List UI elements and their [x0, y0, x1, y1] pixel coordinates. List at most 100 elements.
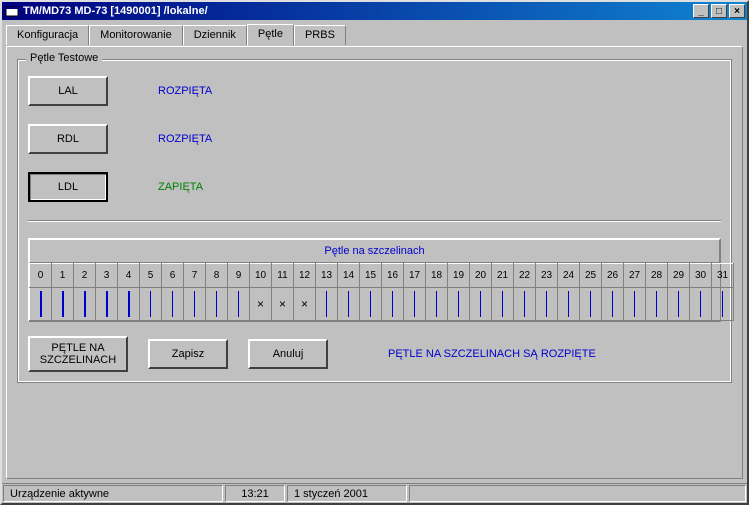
- loop-row-rdl: RDL ROZPIĘTA: [28, 124, 721, 154]
- titlebar: TM/MD73 MD-73 [1490001] /lokalne/ _ □ ×: [2, 2, 747, 20]
- slot-cell-1[interactable]: [52, 288, 74, 321]
- slots-title: Pętle na szczelinach: [29, 239, 720, 263]
- slot-cell-4[interactable]: [118, 288, 140, 321]
- slot-header-5: 5: [140, 264, 162, 288]
- slots-status-message: PĘTLE NA SZCZELINACH SĄ ROZPIĘTE: [388, 348, 596, 360]
- tabpanel-petle: Pętle Testowe LAL ROZPIĘTA RDL ROZPIĘTA …: [6, 46, 743, 479]
- ldl-button[interactable]: LDL: [28, 172, 108, 202]
- anuluj-button[interactable]: Anuluj: [248, 339, 328, 369]
- slot-cell-row: ×××: [30, 288, 734, 321]
- slot-cell-6[interactable]: [162, 288, 184, 321]
- slot-cell-24[interactable]: [558, 288, 580, 321]
- slot-header-18: 18: [426, 264, 448, 288]
- zapisz-button[interactable]: Zapisz: [148, 339, 228, 369]
- slot-cell-16[interactable]: [382, 288, 404, 321]
- slot-header-0: 0: [30, 264, 52, 288]
- slot-cell-0[interactable]: [30, 288, 52, 321]
- slot-header-13: 13: [316, 264, 338, 288]
- slot-header-28: 28: [646, 264, 668, 288]
- slot-header-16: 16: [382, 264, 404, 288]
- slot-header-30: 30: [690, 264, 712, 288]
- client-area: Konfiguracja Monitorowanie Dziennik Pętl…: [2, 20, 747, 483]
- tab-monitorowanie[interactable]: Monitorowanie: [89, 25, 183, 45]
- slot-cell-27[interactable]: [624, 288, 646, 321]
- slot-header-12: 12: [294, 264, 316, 288]
- separator: [28, 220, 721, 222]
- slot-cell-18[interactable]: [426, 288, 448, 321]
- slot-cell-5[interactable]: [140, 288, 162, 321]
- slot-cell-9[interactable]: [228, 288, 250, 321]
- slot-header-row: 0123456789101112131415161718192021222324…: [30, 264, 734, 288]
- slot-cell-17[interactable]: [404, 288, 426, 321]
- app-icon: [4, 3, 20, 19]
- rdl-button[interactable]: RDL: [28, 124, 108, 154]
- slot-cell-26[interactable]: [602, 288, 624, 321]
- minimize-button[interactable]: _: [693, 4, 709, 18]
- slot-header-27: 27: [624, 264, 646, 288]
- petle-szczeliny-button[interactable]: PĘTLE NA SZCZELINACH: [28, 336, 128, 372]
- group-title: Pętle Testowe: [26, 52, 102, 64]
- slots-container: Pętle na szczelinach 0123456789101112131…: [28, 238, 721, 322]
- slot-header-17: 17: [404, 264, 426, 288]
- slot-cell-19[interactable]: [448, 288, 470, 321]
- lal-button[interactable]: LAL: [28, 76, 108, 106]
- slots-table: 0123456789101112131415161718192021222324…: [29, 263, 734, 321]
- button-row: PĘTLE NA SZCZELINACH Zapisz Anuluj PĘTLE…: [28, 336, 721, 372]
- slot-cell-31[interactable]: [712, 288, 734, 321]
- loop-row-ldl: LDL ZAPIĘTA: [28, 172, 721, 202]
- slot-header-26: 26: [602, 264, 624, 288]
- lal-status: ROZPIĘTA: [158, 85, 212, 97]
- slot-header-19: 19: [448, 264, 470, 288]
- slot-header-11: 11: [272, 264, 294, 288]
- tab-konfiguracja[interactable]: Konfiguracja: [6, 25, 89, 45]
- tab-petle[interactable]: Pętle: [247, 24, 294, 46]
- slot-header-9: 9: [228, 264, 250, 288]
- tab-dziennik[interactable]: Dziennik: [183, 25, 247, 45]
- slot-cell-21[interactable]: [492, 288, 514, 321]
- slot-cell-2[interactable]: [74, 288, 96, 321]
- slot-cell-11[interactable]: ×: [272, 288, 294, 321]
- slot-header-21: 21: [492, 264, 514, 288]
- slot-cell-14[interactable]: [338, 288, 360, 321]
- slot-header-20: 20: [470, 264, 492, 288]
- slot-cell-30[interactable]: [690, 288, 712, 321]
- close-button[interactable]: ×: [729, 4, 745, 18]
- tabstrip: Konfiguracja Monitorowanie Dziennik Pętl…: [6, 24, 743, 46]
- slot-header-4: 4: [118, 264, 140, 288]
- window: TM/MD73 MD-73 [1490001] /lokalne/ _ □ × …: [0, 0, 749, 505]
- slot-cell-8[interactable]: [206, 288, 228, 321]
- slot-cell-28[interactable]: [646, 288, 668, 321]
- slot-cell-12[interactable]: ×: [294, 288, 316, 321]
- slot-header-6: 6: [162, 264, 184, 288]
- slot-cell-25[interactable]: [580, 288, 602, 321]
- slot-header-25: 25: [580, 264, 602, 288]
- slot-header-3: 3: [96, 264, 118, 288]
- slot-header-29: 29: [668, 264, 690, 288]
- slot-header-7: 7: [184, 264, 206, 288]
- loop-row-lal: LAL ROZPIĘTA: [28, 76, 721, 106]
- slot-cell-10[interactable]: ×: [250, 288, 272, 321]
- rdl-status: ROZPIĘTA: [158, 133, 212, 145]
- tab-prbs[interactable]: PRBS: [294, 25, 346, 45]
- slot-cell-29[interactable]: [668, 288, 690, 321]
- status-spacer: [409, 485, 746, 502]
- slot-cell-3[interactable]: [96, 288, 118, 321]
- slot-header-10: 10: [250, 264, 272, 288]
- slot-header-1: 1: [52, 264, 74, 288]
- slot-header-8: 8: [206, 264, 228, 288]
- slot-cell-23[interactable]: [536, 288, 558, 321]
- slot-cell-15[interactable]: [360, 288, 382, 321]
- slot-cell-22[interactable]: [514, 288, 536, 321]
- maximize-button[interactable]: □: [711, 4, 727, 18]
- slot-header-14: 14: [338, 264, 360, 288]
- slot-cell-13[interactable]: [316, 288, 338, 321]
- status-date: 1 styczeń 2001: [287, 485, 407, 502]
- slot-cell-20[interactable]: [470, 288, 492, 321]
- slot-cell-7[interactable]: [184, 288, 206, 321]
- slot-header-2: 2: [74, 264, 96, 288]
- group-petle-testowe: Pętle Testowe LAL ROZPIĘTA RDL ROZPIĘTA …: [17, 59, 732, 383]
- status-device: Urządzenie aktywne: [3, 485, 223, 502]
- slot-header-23: 23: [536, 264, 558, 288]
- status-time: 13:21: [225, 485, 285, 502]
- slot-header-22: 22: [514, 264, 536, 288]
